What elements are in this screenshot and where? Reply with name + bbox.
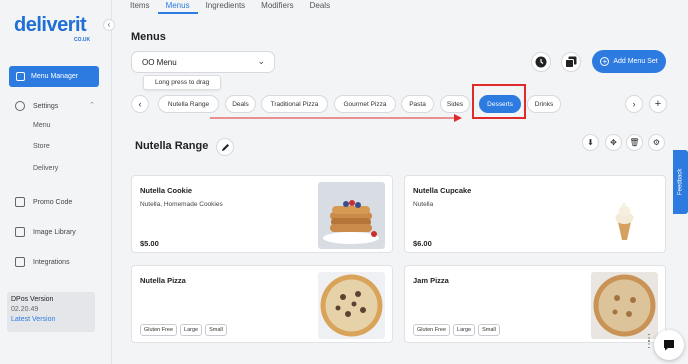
add-category-button[interactable]: +: [649, 95, 667, 113]
gear-icon: [15, 101, 25, 111]
pencil-icon: [221, 143, 229, 151]
category-chip-sides[interactable]: Sides: [440, 95, 470, 113]
category-chip-deals[interactable]: Deals: [225, 95, 256, 113]
menu-manager-icon: [16, 72, 25, 81]
sidebar-item-label: Promo Code: [33, 198, 73, 206]
category-chip-traditional-pizza[interactable]: Traditional Pizza: [261, 95, 328, 113]
tab-menus[interactable]: Menus: [157, 0, 198, 14]
brand-logo-sub: CO.UK: [74, 37, 91, 43]
product-price: $6.00: [413, 239, 432, 248]
integrations-icon: [15, 257, 25, 267]
move-icon: ✥: [610, 138, 617, 147]
sidebar-subitem-delivery[interactable]: Delivery: [33, 165, 58, 172]
delete-button[interactable]: 🗑: [626, 134, 643, 151]
menu-select[interactable]: OO Menu ⌄: [131, 51, 275, 73]
tab-ingredients[interactable]: Ingredients: [198, 0, 254, 14]
drag-tooltip: Long press to drag: [143, 75, 222, 90]
product-desc: Nutella: [413, 201, 434, 208]
product-card[interactable]: Jam Pizza Gluten Free Large Small: [404, 265, 666, 343]
edit-section-button[interactable]: [216, 138, 234, 156]
brand-logo: deliverit: [14, 14, 87, 36]
drag-handle-icon[interactable]: ⋮ ⋮: [644, 334, 654, 350]
product-price: $5.00: [140, 239, 159, 248]
version-label: DPos Version: [11, 296, 54, 303]
product-card[interactable]: Nutella Cupcake Nutella $6.00: [404, 175, 666, 253]
product-card[interactable]: Nutella Cookie Nutella, Homemade Cookies…: [131, 175, 393, 253]
sidebar-item-label: Integrations: [33, 258, 70, 266]
version-number: 02.20.49: [11, 306, 39, 313]
product-image: [591, 182, 658, 249]
product-name: Jam Pizza: [413, 276, 449, 285]
gear-icon: ⚙: [652, 138, 661, 147]
chevron-down-icon: ⌄: [257, 56, 265, 66]
chevron-up-icon[interactable]: ⌃: [89, 101, 95, 109]
category-chip-drinks[interactable]: Drinks: [527, 95, 561, 113]
section-title: Nutella Range: [135, 140, 209, 152]
version-box: DPos Version 02.20.49 Latest Version: [7, 292, 95, 332]
tab-modifiers[interactable]: Modifiers: [253, 0, 301, 14]
tag-small: Small: [205, 324, 227, 336]
category-chip-nutella-range[interactable]: Nutella Range: [158, 95, 219, 113]
product-tags: Gluten Free Large Small: [413, 324, 500, 336]
product-image: [591, 272, 658, 339]
sidebar-item-image-library[interactable]: Image Library: [15, 227, 76, 237]
plus-icon: +: [600, 57, 610, 66]
add-menu-set-label: Add Menu Set: [613, 58, 658, 65]
product-name: Nutella Cupcake: [413, 186, 472, 195]
copy-icon: [565, 56, 577, 68]
sidebar-item-integrations[interactable]: Integrations: [15, 257, 70, 267]
sidebar-subitem-menu[interactable]: Menu: [33, 122, 51, 129]
product-tags: Gluten Free Large Small: [140, 324, 227, 336]
tag-gluten-free: Gluten Free: [140, 324, 178, 336]
tab-deals[interactable]: Deals: [302, 0, 338, 14]
tag-large: Large: [180, 324, 203, 336]
move-button[interactable]: ✥: [605, 134, 622, 151]
trash-icon: 🗑: [629, 138, 640, 147]
sidebar-item-settings[interactable]: Settings: [15, 101, 58, 111]
sidebar-subitem-store[interactable]: Store: [33, 143, 50, 150]
tag-large: Large: [453, 324, 476, 336]
highlight-box: [472, 84, 526, 119]
feedback-tab[interactable]: Feedback: [673, 150, 688, 214]
latest-version-link[interactable]: Latest Version: [11, 315, 91, 325]
top-tabs: Items Menus Ingredients Modifiers Deals: [122, 0, 688, 15]
sidebar-item-label: Settings: [33, 102, 59, 110]
sidebar-item-label: Image Library: [33, 228, 76, 236]
add-menu-set-button[interactable]: + Add Menu Set: [592, 50, 666, 73]
menu-select-value: OO Menu: [142, 57, 177, 67]
chevron-left-icon[interactable]: ‹: [103, 19, 115, 31]
image-library-icon: [15, 227, 25, 237]
product-card[interactable]: Nutella Pizza Gluten Free Large Small: [131, 265, 393, 343]
download-button[interactable]: ⬇: [582, 134, 599, 151]
main-content: Items Menus Ingredients Modifiers Deals …: [122, 0, 688, 364]
page-title: Menus: [131, 31, 166, 43]
promo-code-icon: [15, 197, 25, 207]
category-chip-pasta[interactable]: Pasta: [401, 95, 434, 113]
chat-button[interactable]: [654, 330, 684, 360]
tag-small: Small: [478, 324, 500, 336]
annotation-arrow-icon: [210, 114, 462, 122]
product-desc: Nutella, Homemade Cookies: [140, 201, 223, 208]
product-image: [318, 182, 385, 249]
category-chip-gourmet-pizza[interactable]: Gourmet Pizza: [334, 95, 396, 113]
copy-button[interactable]: [561, 52, 581, 72]
product-name: Nutella Cookie: [140, 186, 193, 195]
chevron-left-icon[interactable]: ‹: [131, 95, 149, 113]
tab-items[interactable]: Items: [122, 0, 158, 14]
sidebar-item-menu-manager[interactable]: Menu Manager: [9, 66, 99, 87]
download-icon: ⬇: [587, 138, 594, 147]
sidebar: deliverit CO.UK ‹ Menu Manager Settings …: [0, 0, 115, 364]
clock-icon: [535, 56, 547, 68]
product-image: [318, 272, 385, 339]
chevron-right-icon[interactable]: ›: [625, 95, 643, 113]
sidebar-item-label: Menu Manager: [31, 73, 79, 80]
product-name: Nutella Pizza: [140, 276, 186, 285]
settings-button[interactable]: ⚙: [648, 134, 665, 151]
tag-gluten-free: Gluten Free: [413, 324, 451, 336]
schedule-button[interactable]: [531, 52, 551, 72]
chat-icon: [664, 340, 674, 351]
sidebar-item-promo-code[interactable]: Promo Code: [15, 197, 72, 207]
